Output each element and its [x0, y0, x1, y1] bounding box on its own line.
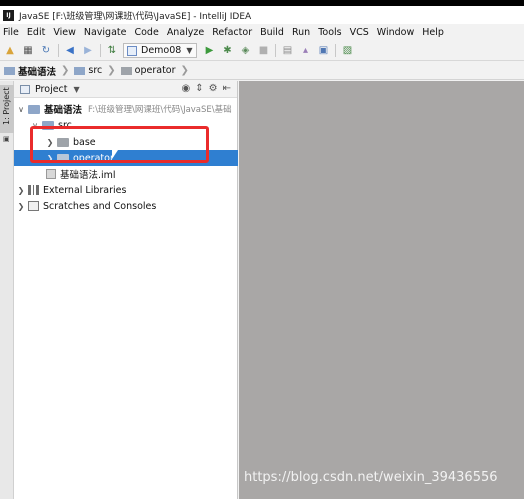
- chevron-down-icon: ▼: [186, 46, 193, 55]
- locate-file-icon[interactable]: ◉: [182, 83, 191, 94]
- watermark: https://blog.csdn.net/weixin_39436556: [244, 470, 498, 485]
- menu-build[interactable]: Build: [260, 27, 284, 38]
- editor-area[interactable]: [239, 81, 524, 499]
- breadcrumb-item-operator[interactable]: operator: [120, 65, 176, 76]
- menu-help[interactable]: Help: [422, 27, 444, 38]
- project-view-icon: [20, 84, 30, 94]
- tree-node-module[interactable]: ∨ 基础语法 F:\班级管理\网课班\代码\JavaSE\基础: [14, 101, 238, 117]
- ide-window: IJ JavaSE [F:\班级管理\网课班\代码\JavaSE] - Inte…: [0, 6, 524, 499]
- toolbar-divider: [100, 44, 101, 57]
- toolbar-divider: [58, 44, 59, 57]
- menu-run[interactable]: Run: [292, 27, 310, 38]
- title-bar: IJ JavaSE [F:\班级管理\网课班\代码\JavaSE] - Inte…: [0, 6, 524, 24]
- sync-icon[interactable]: ↻: [39, 44, 53, 58]
- window-title: JavaSE [F:\班级管理\网课班\代码\JavaSE] - Intelli…: [19, 11, 252, 22]
- toolbar-divider: [335, 44, 337, 57]
- breadcrumb-label: 基础语法: [18, 66, 57, 78]
- scratches-icon: [28, 201, 39, 211]
- menu-navigate[interactable]: Navigate: [84, 27, 127, 38]
- breadcrumb-item-project[interactable]: 基础语法: [4, 64, 56, 78]
- open-folder-icon[interactable]: ▲: [3, 44, 17, 58]
- coverage-icon[interactable]: ◈: [238, 44, 252, 58]
- menu-edit[interactable]: Edit: [27, 27, 45, 38]
- project-structure-icon[interactable]: ▣: [316, 44, 330, 58]
- screen: IJ JavaSE [F:\班级管理\网课班\代码\JavaSE] - Inte…: [0, 0, 524, 499]
- sdk-icon[interactable]: ▴: [298, 44, 312, 58]
- forward-icon[interactable]: ▶: [81, 44, 95, 58]
- project-panel-header: Project ▼ ◉ ⇕ ⚙ ⇤: [14, 81, 237, 98]
- collapse-all-icon[interactable]: ⇕: [195, 83, 203, 94]
- hide-panel-icon[interactable]: ⇤: [223, 83, 231, 94]
- build-icon[interactable]: ⇅: [105, 44, 119, 58]
- menu-view[interactable]: View: [53, 27, 76, 38]
- chevron-down-icon[interactable]: ▼: [74, 85, 80, 94]
- tree-node-label: External Libraries: [43, 184, 127, 196]
- vcs-icon[interactable]: ▧: [340, 44, 354, 58]
- menu-tools[interactable]: Tools: [318, 27, 341, 38]
- menu-analyze[interactable]: Analyze: [167, 27, 204, 38]
- chevron-down-icon[interactable]: ∨: [16, 105, 26, 114]
- main-toolbar: ▲ ▦ ↻ ◀ ▶ ⇅ Demo08 ▼ ▶ ✱ ◈ ■ ▤ ▴ ▣ ▧: [0, 41, 524, 61]
- breadcrumb-separator: ❯: [180, 65, 189, 76]
- project-tool-tab-label: 1: Project: [2, 87, 11, 125]
- menu-code[interactable]: Code: [134, 27, 158, 38]
- debug-icon[interactable]: ✱: [220, 44, 234, 58]
- menu-file[interactable]: File: [3, 27, 19, 38]
- project-tool-tab[interactable]: 1: Project: [0, 85, 14, 133]
- menu-window[interactable]: Window: [377, 27, 414, 38]
- breadcrumb-separator: ❯: [107, 65, 116, 76]
- breadcrumb-label: operator: [134, 65, 176, 76]
- chevron-right-icon[interactable]: ❯: [16, 186, 26, 195]
- breadcrumb: 基础语法 ❯ src ❯ operator ❯: [0, 62, 524, 80]
- source-folder-icon: [74, 66, 86, 75]
- module-path: F:\班级管理\网课班\代码\JavaSE\基础: [88, 105, 232, 115]
- run-configuration-select[interactable]: Demo08 ▼: [123, 43, 198, 58]
- tree-node-iml-file[interactable]: 基础语法.iml: [14, 166, 238, 182]
- breadcrumb-item-src[interactable]: src: [74, 65, 102, 76]
- stop-icon[interactable]: ■: [256, 44, 270, 58]
- gear-icon[interactable]: ⚙: [209, 83, 218, 94]
- breadcrumb-separator: ❯: [61, 65, 70, 76]
- tree-node-scratches[interactable]: ❯ Scratches and Consoles: [14, 198, 238, 214]
- run-icon[interactable]: ▶: [202, 44, 216, 58]
- intellij-logo-icon: IJ: [3, 9, 14, 21]
- module-folder-icon: [4, 66, 15, 75]
- tree-node-label: Scratches and Consoles: [43, 200, 157, 212]
- tree-node-label: 基础语法.iml: [60, 170, 116, 181]
- chevron-right-icon[interactable]: ❯: [16, 202, 26, 211]
- back-icon[interactable]: ◀: [63, 44, 77, 58]
- library-icon: [28, 185, 39, 195]
- structure-icon[interactable]: ▤: [280, 44, 294, 58]
- module-folder-icon: [28, 104, 40, 114]
- panel-header-tools: ◉ ⇕ ⚙ ⇤: [177, 83, 231, 94]
- save-icon[interactable]: ▦: [21, 44, 35, 58]
- toolbar-divider: [275, 44, 277, 57]
- annotation-highlight-box: [30, 126, 209, 163]
- iml-file-icon: [46, 169, 56, 179]
- run-config-icon: [127, 45, 137, 56]
- menu-vcs[interactable]: VCS: [350, 27, 369, 38]
- structure-tab-icon[interactable]: ▣: [3, 135, 10, 143]
- menu-refactor[interactable]: Refactor: [212, 27, 252, 38]
- menu-bar: File Edit View Navigate Code Analyze Ref…: [0, 24, 524, 41]
- package-folder-icon: [120, 66, 132, 75]
- tool-window-stripe: 1: Project ▣: [0, 81, 14, 499]
- tree-node-label: 基础语法: [44, 105, 83, 116]
- project-view-select[interactable]: Project: [35, 84, 68, 95]
- mouse-cursor-icon: [112, 150, 118, 159]
- breadcrumb-label: src: [88, 65, 103, 76]
- run-config-label: Demo08: [141, 45, 182, 56]
- tree-node-external-libraries[interactable]: ❯ External Libraries: [14, 182, 238, 198]
